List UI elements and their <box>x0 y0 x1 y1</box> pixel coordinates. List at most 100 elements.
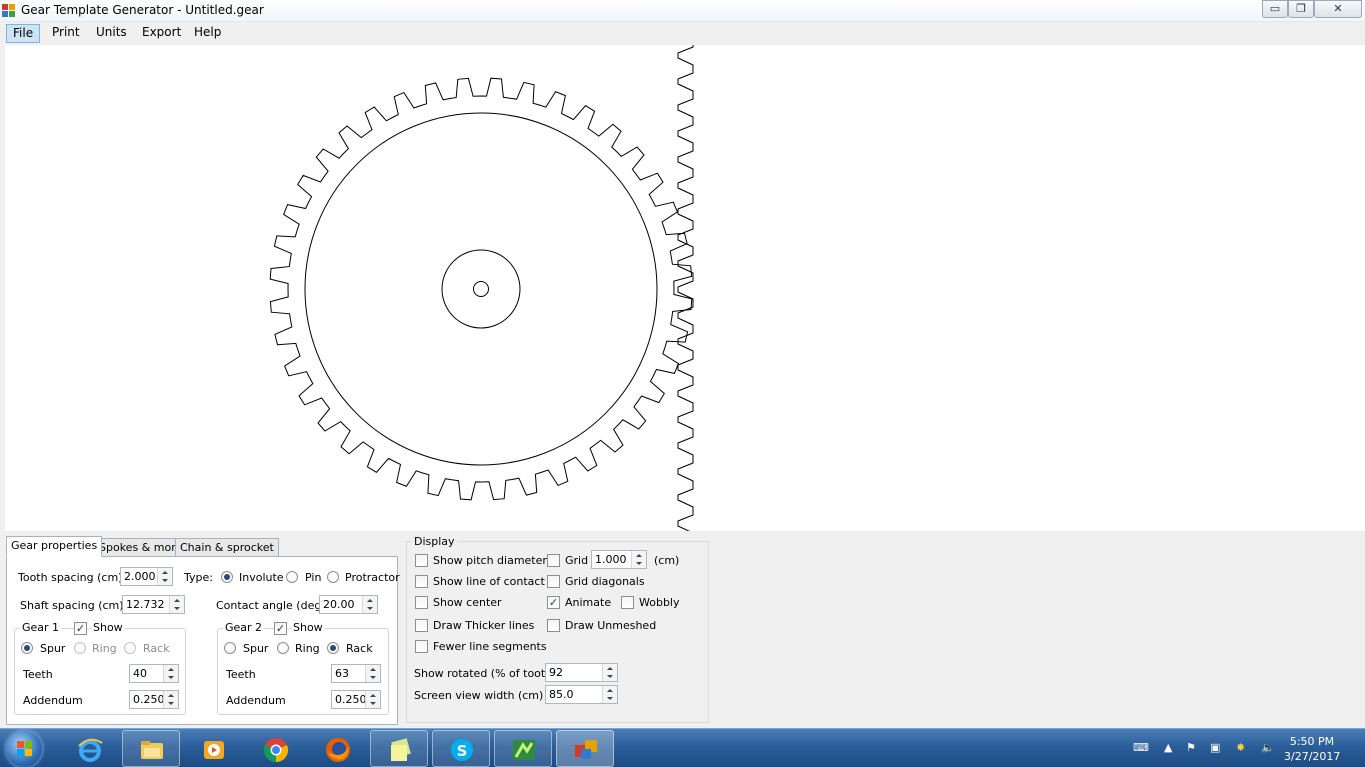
shaft-spacing-value: 12.732 <box>126 598 165 611</box>
gear2-title: Gear 2 <box>223 621 265 634</box>
taskbar-file-explorer[interactable] <box>122 730 180 767</box>
gear2-teeth-stepper[interactable]: 63 <box>331 664 381 683</box>
menu-units[interactable]: Units <box>90 24 133 43</box>
grid-size-value: 1.000 <box>595 553 627 566</box>
network-icon[interactable]: ✸ <box>1236 741 1249 754</box>
folder-icon <box>141 741 163 759</box>
taskbar-internet-explorer[interactable] <box>60 730 118 767</box>
menu-help[interactable]: Help <box>188 24 227 43</box>
gear-properties-panel: Tooth spacing (cm) 2.000 Type: Involute … <box>6 556 400 725</box>
taskbar-media-player[interactable] <box>184 730 242 767</box>
taskbar-gear-generator[interactable] <box>556 730 614 767</box>
hub-circle <box>441 249 521 329</box>
gear2-rack-radio[interactable] <box>327 642 339 654</box>
taskbar-firefox[interactable] <box>308 730 366 767</box>
display-title: Display <box>412 535 457 548</box>
menu-print[interactable]: Print <box>46 24 86 43</box>
gear1-addendum-stepper[interactable]: 0.250 <box>129 690 179 709</box>
contact-angle-value: 20.00 <box>323 598 355 611</box>
show-hidden-icons-icon[interactable]: ▲ <box>1164 741 1177 754</box>
action-center-flag-icon[interactable]: ⚑ <box>1186 741 1199 754</box>
tooth-spacing-value: 2.000 <box>124 570 156 583</box>
screen-view-width-stepper[interactable]: 85.0 <box>545 685 618 704</box>
clock-date: 3/27/2017 <box>1284 750 1341 763</box>
tab-spokes[interactable]: Spokes & more <box>94 538 188 557</box>
grid-checkbox[interactable] <box>547 554 560 567</box>
gear2-show-checkbox[interactable]: ✓ <box>274 622 287 635</box>
removable-device-icon[interactable]: ▣ <box>1210 741 1223 754</box>
grid-diagonals-label: Grid diagonals <box>565 575 645 588</box>
taskbar-chrome[interactable] <box>246 730 304 767</box>
close-button[interactable]: ✕ <box>1314 0 1362 18</box>
gear1-spur-radio[interactable] <box>21 642 33 654</box>
gear1-title: Gear 1 <box>20 621 62 634</box>
show-rotated-label: Show rotated (% of tooth) <box>414 667 557 680</box>
draw-unmeshed-checkbox[interactable] <box>547 619 560 632</box>
gear1-addendum-value: 0.250 <box>133 693 165 706</box>
svg-text:S: S <box>457 742 468 760</box>
show-pitch-diameter-label: Show pitch diameter <box>433 554 547 567</box>
type-pin-radio[interactable] <box>286 571 298 583</box>
grid-label: Grid <box>565 554 589 567</box>
taskbar-sticky-notes[interactable] <box>370 730 428 767</box>
fewer-line-segments-label: Fewer line segments <box>433 640 547 653</box>
gear1-rack-radio[interactable] <box>124 642 136 654</box>
gear1-show-checkbox[interactable]: ✓ <box>74 622 87 635</box>
gear-canvas[interactable] <box>5 43 1365 534</box>
show-line-of-contact-checkbox[interactable] <box>415 575 428 588</box>
menu-file[interactable]: File <box>6 24 41 43</box>
tab-chain-sprocket[interactable]: Chain & sprocket <box>175 538 279 557</box>
shaft-spacing-stepper[interactable]: 12.732 <box>122 595 185 614</box>
grid-size-stepper[interactable]: 1.000 <box>591 550 647 569</box>
taskbar-skype[interactable]: S <box>432 730 490 767</box>
shaft-spacing-label: Shaft spacing (cm) <box>20 599 124 612</box>
contact-angle-stepper[interactable]: 20.00 <box>319 595 378 614</box>
type-protractor-radio[interactable] <box>327 571 339 583</box>
gear1-teeth-label: Teeth <box>23 668 53 681</box>
gear1-ring-label: Ring <box>92 642 117 655</box>
wobbly-checkbox[interactable] <box>621 596 634 609</box>
gear1-ring-radio[interactable] <box>74 642 86 654</box>
show-pitch-diameter-checkbox[interactable] <box>415 554 428 567</box>
gear2-ring-radio[interactable] <box>277 642 289 654</box>
draw-unmeshed-label: Draw Unmeshed <box>565 619 657 632</box>
shaft-hole <box>473 281 489 297</box>
maximize-button[interactable]: ❐ <box>1288 0 1314 18</box>
tooth-spacing-stepper[interactable]: 2.000 <box>120 567 173 586</box>
grid-diagonals-checkbox[interactable] <box>547 575 560 588</box>
gear2-ring-label: Ring <box>295 642 320 655</box>
screen-view-width-label: Screen view width (cm) <box>414 689 544 702</box>
gear2-rack-label: Rack <box>346 642 373 655</box>
screen-view-width-value: 85.0 <box>549 688 574 701</box>
gear2-spur-radio[interactable] <box>224 642 236 654</box>
type-protractor-label: Protractor <box>345 571 400 584</box>
animate-label: Animate <box>565 596 612 609</box>
spur-gear-outline <box>269 77 693 501</box>
gear1-teeth-stepper[interactable]: 40 <box>129 664 179 683</box>
gear1-spur-label: Spur <box>40 642 66 655</box>
show-rotated-stepper[interactable]: 92 <box>545 663 618 682</box>
system-clock[interactable]: 5:50 PM 3/27/2017 <box>1284 734 1340 764</box>
fewer-line-segments-checkbox[interactable] <box>415 640 428 653</box>
menu-export[interactable]: Export <box>136 24 187 43</box>
show-center-label: Show center <box>433 596 502 609</box>
gear-drawing <box>269 43 694 534</box>
tab-gear-properties[interactable]: Gear properties <box>6 536 103 557</box>
start-button[interactable] <box>6 731 42 767</box>
type-label: Type: <box>184 571 213 584</box>
gear2-addendum-stepper[interactable]: 0.250 <box>331 690 381 709</box>
media-player-icon <box>204 741 224 759</box>
chrome-icon <box>263 738 289 763</box>
volume-icon[interactable]: 🔈 <box>1261 741 1275 754</box>
animate-checkbox[interactable]: ✓ <box>547 596 560 609</box>
type-involute-label: Involute <box>239 571 284 584</box>
gear1-show-label: Show <box>91 621 125 634</box>
show-center-checkbox[interactable] <box>415 596 428 609</box>
gear2-teeth-value: 63 <box>335 667 349 680</box>
keyboard-icon[interactable]: ⌨ <box>1133 741 1149 754</box>
sticky-notes-icon <box>391 738 411 761</box>
type-involute-radio[interactable] <box>221 571 233 583</box>
minimize-button[interactable]: ▭ <box>1262 0 1288 18</box>
draw-thicker-lines-checkbox[interactable] <box>415 619 428 632</box>
taskbar-spreadsheet-app[interactable] <box>494 730 552 767</box>
